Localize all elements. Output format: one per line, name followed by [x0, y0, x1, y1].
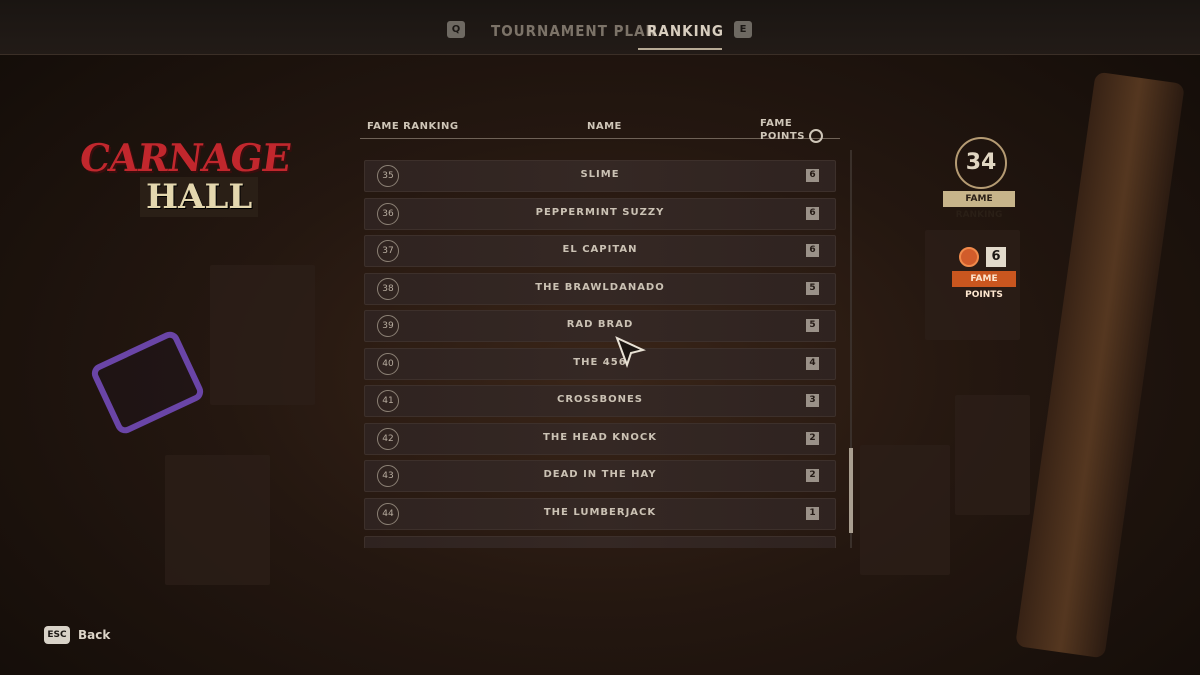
mouse-cursor-icon	[615, 336, 646, 368]
player-fame-points-value: 6	[986, 247, 1006, 267]
rank-badge: 35	[377, 165, 399, 187]
rank-badge: 40	[377, 353, 399, 375]
rank-badge: 44	[377, 503, 399, 525]
carnage-hall-logo: CARNAGE HALL	[77, 135, 293, 220]
ranking-row[interactable]: 35 SLIME 6	[364, 160, 836, 192]
fame-skull-icon	[808, 129, 823, 143]
contestant-name: SLIME	[580, 169, 620, 180]
list-scrollbar-thumb[interactable]	[849, 448, 853, 533]
fame-points-value: 3	[806, 394, 819, 407]
tab-ranking[interactable]: RANKING	[647, 22, 724, 40]
contestant-name: THE BRAWLDANADO	[535, 282, 665, 293]
fame-points-icon	[959, 247, 979, 267]
brass-knuckles-prop	[88, 328, 207, 437]
machete-prop	[1015, 71, 1185, 659]
ranking-row[interactable]: 36 PEPPERMINT SUZZY 6	[364, 198, 836, 230]
rank-badge: 39	[377, 315, 399, 337]
ranking-row[interactable]: 42 THE HEAD KNOCK 2	[364, 423, 836, 455]
fame-points-value: 2	[806, 432, 819, 445]
contestant-name: EL CAPITAN	[562, 244, 638, 255]
wall-poster	[860, 445, 950, 575]
contestant-name: DEAD IN THE HAY	[543, 469, 657, 480]
rank-badge: 38	[377, 278, 399, 300]
header-name: NAME	[587, 121, 622, 132]
ranking-row[interactable]: 39 RAD BRAD 5	[364, 310, 836, 342]
header-fame-points-label: FAME POINTS	[760, 118, 805, 142]
contestant-name: THE 456	[573, 357, 627, 368]
fame-points-value: 6	[806, 207, 819, 220]
ranking-row-partial[interactable]	[364, 536, 836, 548]
fame-points-value: 5	[806, 282, 819, 295]
fame-points-value: 5	[806, 319, 819, 332]
fame-points-value: 6	[806, 244, 819, 257]
ranking-row[interactable]: 41 CROSSBONES 3	[364, 385, 836, 417]
contestant-name: THE HEAD KNOCK	[543, 432, 657, 443]
header-fame-ranking: FAME RANKING	[367, 121, 459, 132]
contestant-name: CROSSBONES	[556, 394, 644, 405]
player-fame-ranking-label: FAME RANKING	[943, 191, 1015, 220]
rank-badge: 43	[377, 465, 399, 487]
ranking-row[interactable]: 43 DEAD IN THE HAY 2	[364, 460, 836, 492]
ranking-row[interactable]: 44 THE LUMBERJACK 1	[364, 498, 836, 530]
ranking-row[interactable]: 38 THE BRAWLDANADO 5	[364, 273, 836, 305]
fame-points-value: 2	[806, 469, 819, 482]
esc-key-icon[interactable]: ESC	[44, 626, 70, 644]
player-fame-ranking-badge: 34	[955, 137, 1007, 189]
wall-poster	[955, 395, 1030, 515]
fame-points-value: 4	[806, 357, 819, 370]
rank-badge: 37	[377, 240, 399, 262]
fame-points-value: 1	[806, 507, 819, 520]
active-tab-indicator	[638, 48, 722, 50]
rank-badge: 41	[377, 390, 399, 412]
ranking-list[interactable]: 35 SLIME 6 36 PEPPERMINT SUZZY 6 37 EL C…	[364, 148, 836, 548]
next-tab-key[interactable]: E	[734, 21, 752, 38]
logo-text-hall: HALL	[140, 177, 259, 217]
ranking-row[interactable]: 40 THE 456 4	[364, 348, 836, 380]
wall-poster	[210, 265, 315, 405]
player-fame-points-label: FAME POINTS	[952, 271, 1016, 300]
ranking-row[interactable]: 37 EL CAPITAN 6	[364, 235, 836, 267]
ranking-table-header: FAME RANKING NAME FAME POINTS	[360, 118, 840, 143]
back-button[interactable]: Back	[78, 628, 110, 642]
rank-badge: 36	[377, 203, 399, 225]
rank-badge: 42	[377, 428, 399, 450]
tab-tournament-plan[interactable]: TOURNAMENT PLAN	[491, 22, 658, 40]
fame-points-value: 6	[806, 169, 819, 182]
wall-poster	[165, 455, 270, 585]
contestant-name: RAD BRAD	[566, 319, 634, 330]
contestant-name: PEPPERMINT SUZZY	[535, 207, 665, 218]
logo-text-carnage: CARNAGE	[76, 135, 294, 180]
contestant-name: THE LUMBERJACK	[543, 507, 657, 518]
prev-tab-key[interactable]: Q	[447, 21, 465, 38]
header-fame-points: FAME POINTS	[760, 118, 840, 143]
